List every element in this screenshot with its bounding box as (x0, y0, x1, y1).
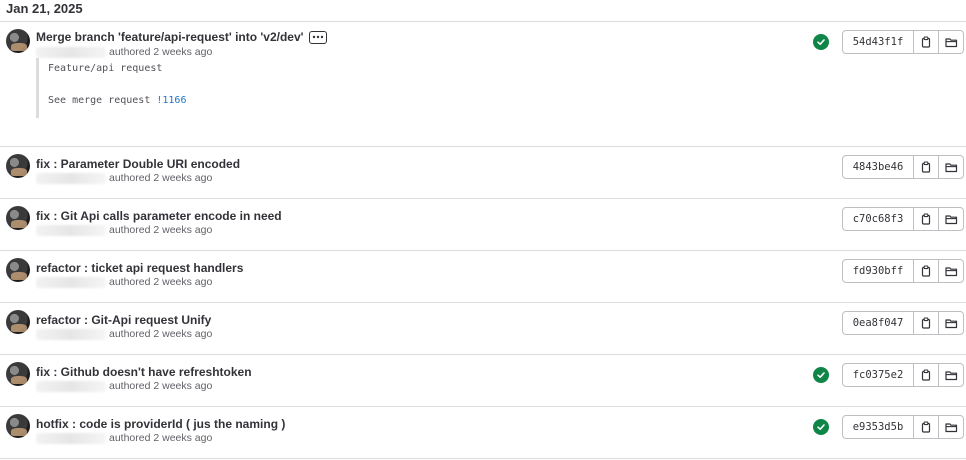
author-avatar[interactable] (6, 258, 30, 282)
author-name-redacted (36, 172, 106, 184)
copy-icon (921, 161, 931, 173)
pipeline-status-success[interactable] (813, 34, 829, 50)
commit-row: hotfix : code is providerId ( jus the na… (0, 407, 966, 459)
authored-time: authored 2 weeks ago (109, 172, 213, 184)
commit-row: Merge branch 'feature/api-request' into … (0, 22, 966, 147)
commit-sha[interactable]: c70c68f3 (842, 207, 914, 231)
commit-row: refactor : Git-Api request Unify authore… (0, 303, 966, 355)
folder-open-icon (944, 214, 957, 224)
description-line: See merge request !1166 (48, 95, 186, 106)
commit-title-link[interactable]: hotfix : code is providerId ( jus the na… (36, 417, 285, 431)
authored-time: authored 2 weeks ago (109, 46, 213, 58)
pipeline-status-success[interactable] (813, 419, 829, 435)
ellipsis-icon (313, 35, 324, 39)
commit-row: fix : Github doesn't have refreshtoken a… (0, 355, 966, 407)
commit-list: Jan 21, 2025 Merge branch 'feature/api-r… (0, 0, 966, 459)
authored-time: authored 2 weeks ago (109, 380, 213, 392)
folder-open-icon (944, 370, 957, 380)
authored-time: authored 2 weeks ago (109, 432, 213, 444)
commit-row: fix : Git Api calls parameter encode in … (0, 199, 966, 251)
copy-icon (921, 265, 931, 277)
author-avatar[interactable] (6, 310, 30, 334)
author-avatar[interactable] (6, 29, 30, 53)
author-avatar[interactable] (6, 206, 30, 230)
browse-files-button[interactable] (939, 155, 964, 179)
commit-title-link[interactable]: fix : Github doesn't have refreshtoken (36, 365, 252, 379)
folder-open-icon (944, 37, 957, 47)
folder-open-icon (944, 266, 957, 276)
copy-sha-button[interactable] (914, 207, 939, 231)
commit-sha[interactable]: 4843be46 (842, 155, 914, 179)
author-avatar[interactable] (6, 362, 30, 386)
commit-sha[interactable]: fc0375e2 (842, 363, 914, 387)
browse-files-button[interactable] (939, 311, 964, 335)
copy-icon (921, 369, 931, 381)
copy-sha-button[interactable] (914, 363, 939, 387)
folder-open-icon (944, 422, 957, 432)
browse-files-button[interactable] (939, 207, 964, 231)
check-circle-icon (817, 372, 825, 378)
author-name-redacted (36, 46, 106, 58)
folder-open-icon (944, 162, 957, 172)
commit-row: refactor : ticket api request handlers a… (0, 251, 966, 303)
authored-time: authored 2 weeks ago (109, 224, 213, 236)
authored-time: authored 2 weeks ago (109, 328, 213, 340)
copy-icon (921, 213, 931, 225)
commit-row: fix : Parameter Double URI encoded autho… (0, 147, 966, 199)
merge-request-text: See merge request (48, 95, 157, 106)
check-circle-icon (817, 39, 825, 45)
commit-title-link[interactable]: refactor : ticket api request handlers (36, 261, 243, 275)
merge-request-link[interactable]: !1166 (156, 95, 186, 106)
copy-sha-button[interactable] (914, 259, 939, 283)
copy-sha-button[interactable] (914, 155, 939, 179)
commit-sha[interactable]: fd930bff (842, 259, 914, 283)
copy-sha-button[interactable] (914, 30, 939, 54)
author-name-redacted (36, 432, 106, 444)
check-circle-icon (817, 424, 825, 430)
browse-files-button[interactable] (939, 259, 964, 283)
author-name-redacted (36, 276, 106, 288)
author-avatar[interactable] (6, 154, 30, 178)
date-header: Jan 21, 2025 (0, 0, 966, 22)
author-name-redacted (36, 380, 106, 392)
author-name-redacted (36, 224, 106, 236)
author-name-redacted (36, 328, 106, 340)
authored-time: authored 2 weeks ago (109, 276, 213, 288)
commit-sha[interactable]: e9353d5b (842, 415, 914, 439)
commit-title-link[interactable]: fix : Parameter Double URI encoded (36, 157, 240, 171)
copy-icon (921, 421, 931, 433)
browse-files-button[interactable] (939, 363, 964, 387)
commit-sha[interactable]: 0ea8f047 (842, 311, 914, 335)
commit-title-link[interactable]: Merge branch 'feature/api-request' into … (36, 30, 303, 44)
copy-sha-button[interactable] (914, 311, 939, 335)
toggle-description-button[interactable] (309, 30, 328, 44)
commit-title-link[interactable]: fix : Git Api calls parameter encode in … (36, 209, 282, 223)
pipeline-status-success[interactable] (813, 367, 829, 383)
author-avatar[interactable] (6, 414, 30, 438)
browse-files-button[interactable] (939, 415, 964, 439)
copy-icon (921, 317, 931, 329)
browse-files-button[interactable] (939, 30, 964, 54)
commit-title-link[interactable]: refactor : Git-Api request Unify (36, 313, 211, 327)
copy-icon (921, 36, 931, 48)
folder-open-icon (944, 318, 957, 328)
commit-sha[interactable]: 54d43f1f (842, 30, 914, 54)
commit-description: Feature/api request See merge request !1… (36, 58, 436, 118)
description-line: Feature/api request (48, 63, 163, 74)
copy-sha-button[interactable] (914, 415, 939, 439)
